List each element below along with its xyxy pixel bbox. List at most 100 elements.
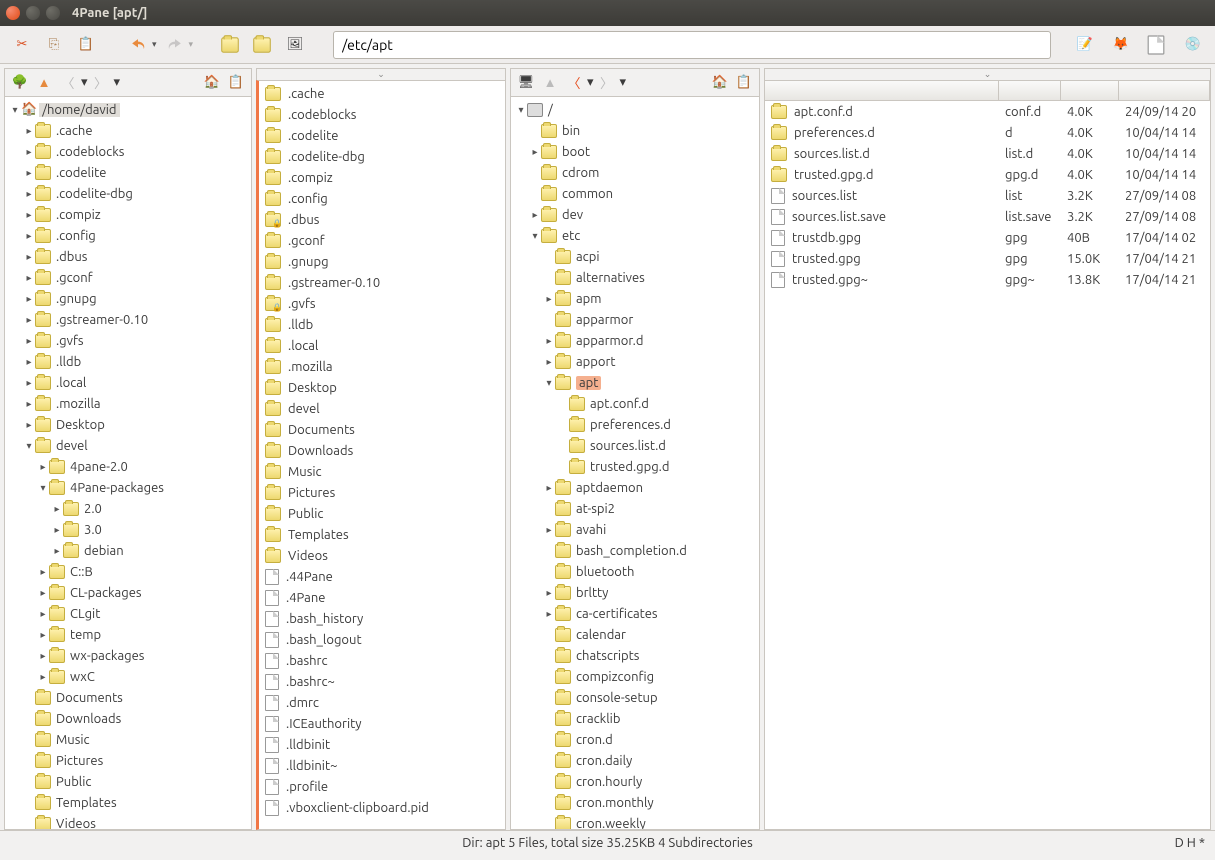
list-item[interactable]: .lldb: [259, 314, 505, 335]
expand-icon[interactable]: ▸: [543, 335, 555, 347]
tree-item[interactable]: Downloads: [5, 708, 251, 729]
tree-item[interactable]: acpi: [511, 246, 759, 267]
expand-icon[interactable]: ▸: [529, 146, 541, 158]
copy-button[interactable]: ⎘: [40, 31, 68, 59]
expand-icon[interactable]: ▸: [23, 398, 35, 410]
list1-collapse[interactable]: ⌄: [256, 68, 506, 80]
expand-icon[interactable]: ▸: [51, 545, 63, 557]
tree-item[interactable]: apt.conf.d: [511, 393, 759, 414]
tree-item[interactable]: at-spi2: [511, 498, 759, 519]
expand-icon[interactable]: ▸: [23, 251, 35, 263]
tree1-root-icon[interactable]: 🌳: [9, 72, 31, 94]
list-item[interactable]: Templates: [259, 524, 505, 545]
tree-item[interactable]: ▸.codelite: [5, 162, 251, 183]
tree-item[interactable]: ▸3.0: [5, 519, 251, 540]
tree2-home-button[interactable]: 🏠: [709, 72, 731, 94]
tree-item[interactable]: ▾apt: [511, 372, 759, 393]
tree-item[interactable]: Music: [5, 729, 251, 750]
tree-item[interactable]: Public: [5, 771, 251, 792]
list-item[interactable]: .bashrc~: [259, 671, 505, 692]
undo-button[interactable]: [124, 31, 152, 59]
list-item[interactable]: .codelite-dbg: [259, 146, 505, 167]
expand-icon[interactable]: ▸: [37, 629, 49, 641]
tree-item[interactable]: ▸.cache: [5, 120, 251, 141]
tree1-up-button[interactable]: ▲: [33, 72, 55, 94]
tree-item[interactable]: compizconfig: [511, 666, 759, 687]
tree-item[interactable]: ▸Desktop: [5, 414, 251, 435]
tree1-fwd-button[interactable]: 〉: [90, 72, 112, 94]
list-item[interactable]: .gconf: [259, 230, 505, 251]
detail-row[interactable]: sources.list.save list.save 3.2K 27/09/1…: [765, 206, 1210, 227]
tree-item[interactable]: ▸.gconf: [5, 267, 251, 288]
expand-icon[interactable]: ▸: [23, 314, 35, 326]
list-item[interactable]: Videos: [259, 545, 505, 566]
tree-item[interactable]: ▸dev: [511, 204, 759, 225]
tree-item[interactable]: cron.weekly: [511, 813, 759, 830]
detail-row[interactable]: trusted.gpg~ gpg~ 13.8K 17/04/14 21: [765, 269, 1210, 290]
list-item[interactable]: .profile: [259, 776, 505, 797]
tree-item[interactable]: ▸apm: [511, 288, 759, 309]
collapse-icon[interactable]: ▾: [529, 230, 541, 242]
collapse-icon[interactable]: ▾: [37, 482, 49, 494]
tree2-back-dd[interactable]: ▾: [587, 75, 594, 90]
tree-item[interactable]: preferences.d: [511, 414, 759, 435]
expand-icon[interactable]: ▸: [23, 419, 35, 431]
cut-button[interactable]: ✂: [8, 31, 36, 59]
list1-body[interactable]: .cache.codeblocks.codelite.codelite-dbg.…: [256, 80, 506, 830]
expand-icon[interactable]: ▸: [543, 482, 555, 494]
tree-item[interactable]: ▸wxC: [5, 666, 251, 687]
list-item[interactable]: .bash_history: [259, 608, 505, 629]
expand-icon[interactable]: ▸: [37, 587, 49, 599]
tree-item[interactable]: ▸avahi: [511, 519, 759, 540]
tree-item[interactable]: console-setup: [511, 687, 759, 708]
list-item[interactable]: .44Pane: [259, 566, 505, 587]
tree-item[interactable]: ▸temp: [5, 624, 251, 645]
tree-item[interactable]: ▸.lldb: [5, 351, 251, 372]
list-item[interactable]: Downloads: [259, 440, 505, 461]
tree-item[interactable]: cracklib: [511, 708, 759, 729]
list-item[interactable]: Music: [259, 461, 505, 482]
tree2-root-icon[interactable]: 🖥: [515, 72, 537, 94]
list-item[interactable]: .mozilla: [259, 356, 505, 377]
expand-icon[interactable]: ▸: [37, 566, 49, 578]
tree-item[interactable]: cron.hourly: [511, 771, 759, 792]
notes-button[interactable]: 📝: [1071, 31, 1099, 59]
tree-item[interactable]: ▸.config: [5, 225, 251, 246]
list-item[interactable]: .gvfs: [259, 293, 505, 314]
new-file-button[interactable]: [1143, 31, 1171, 59]
tree-item[interactable]: Documents: [5, 687, 251, 708]
tree-item[interactable]: calendar: [511, 624, 759, 645]
tree2-up-button[interactable]: ▲: [539, 72, 561, 94]
tree1-home-button[interactable]: 🏠: [201, 72, 223, 94]
tree1-clipboard-button[interactable]: 📋: [225, 72, 247, 94]
tree-item[interactable]: ▸.gvfs: [5, 330, 251, 351]
delete-folder-button[interactable]: [249, 31, 277, 59]
expand-icon[interactable]: ▸: [23, 209, 35, 221]
list-item[interactable]: .bash_logout: [259, 629, 505, 650]
tree-item[interactable]: ▾4Pane-packages: [5, 477, 251, 498]
tree-item[interactable]: apparmor: [511, 309, 759, 330]
tree-item[interactable]: ▸brltty: [511, 582, 759, 603]
expand-icon[interactable]: ▸: [23, 272, 35, 284]
tree-item[interactable]: cron.daily: [511, 750, 759, 771]
list-item[interactable]: .lldbinit: [259, 734, 505, 755]
tree-item[interactable]: ▸CL-packages: [5, 582, 251, 603]
expand-icon[interactable]: ▸: [23, 230, 35, 242]
tree-item[interactable]: ▸aptdaemon: [511, 477, 759, 498]
tree-root[interactable]: ▾🏠 /home/david: [5, 99, 251, 120]
list-item[interactable]: Documents: [259, 419, 505, 440]
tree-item[interactable]: bin: [511, 120, 759, 141]
tree-item[interactable]: ▸4pane-2.0: [5, 456, 251, 477]
list-item[interactable]: .lldbinit~: [259, 755, 505, 776]
tree-root[interactable]: ▾ /: [511, 99, 759, 120]
list-item[interactable]: Pictures: [259, 482, 505, 503]
tree-item[interactable]: cdrom: [511, 162, 759, 183]
redo-dropdown[interactable]: ▾: [189, 39, 194, 50]
window-minimize-button[interactable]: [26, 6, 40, 20]
collapse-icon[interactable]: ▾: [543, 377, 555, 389]
tree-item[interactable]: cron.d: [511, 729, 759, 750]
detail-row[interactable]: sources.list list 3.2K 27/09/14 08: [765, 185, 1210, 206]
tree-item[interactable]: ▸C::B: [5, 561, 251, 582]
tree-item[interactable]: ▸apparmor.d: [511, 330, 759, 351]
list-item[interactable]: .compiz: [259, 167, 505, 188]
